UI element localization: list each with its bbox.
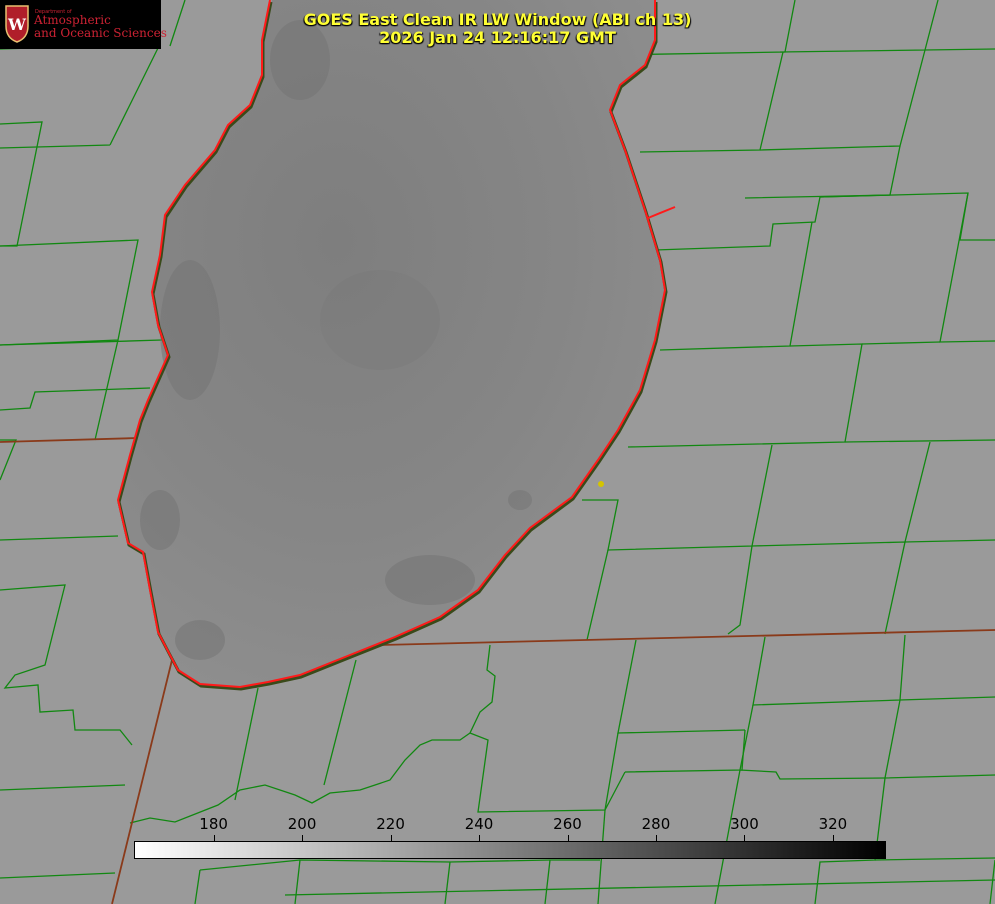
colorbar-tick-label: 240 [464, 815, 494, 833]
colorbar-tick-mark [744, 835, 746, 841]
image-timestamp: 2026 Jan 24 12:16:17 GMT [379, 28, 616, 47]
colorbar-tick-label: 180 [199, 815, 228, 833]
colorbar-tick-mark [832, 835, 834, 841]
colorbar-tick-mark [390, 835, 392, 841]
colorbar-tick-mark [567, 835, 569, 841]
satellite-map [0, 0, 995, 904]
temperature-colorbar [134, 841, 886, 859]
colorbar-tick-mark [655, 835, 657, 841]
station-marker [598, 481, 604, 487]
colorbar-tick-mark [213, 835, 215, 841]
colorbar-tick-label: 300 [730, 815, 759, 833]
colorbar-tick-label: 200 [287, 815, 317, 833]
colorbar-tick-label: 260 [553, 815, 582, 833]
colorbar-tick-label: 280 [641, 815, 671, 833]
colorbar-tick-mark [302, 835, 304, 841]
colorbar-tick-label: 320 [818, 815, 848, 833]
colorbar-tick-mark [479, 835, 481, 841]
image-title: GOES East Clean IR LW Window (ABI ch 13) [303, 10, 692, 29]
satellite-image-viewer: W Department of Atmospheric and Oceanic … [0, 0, 995, 904]
colorbar-tick-label: 220 [376, 815, 405, 833]
